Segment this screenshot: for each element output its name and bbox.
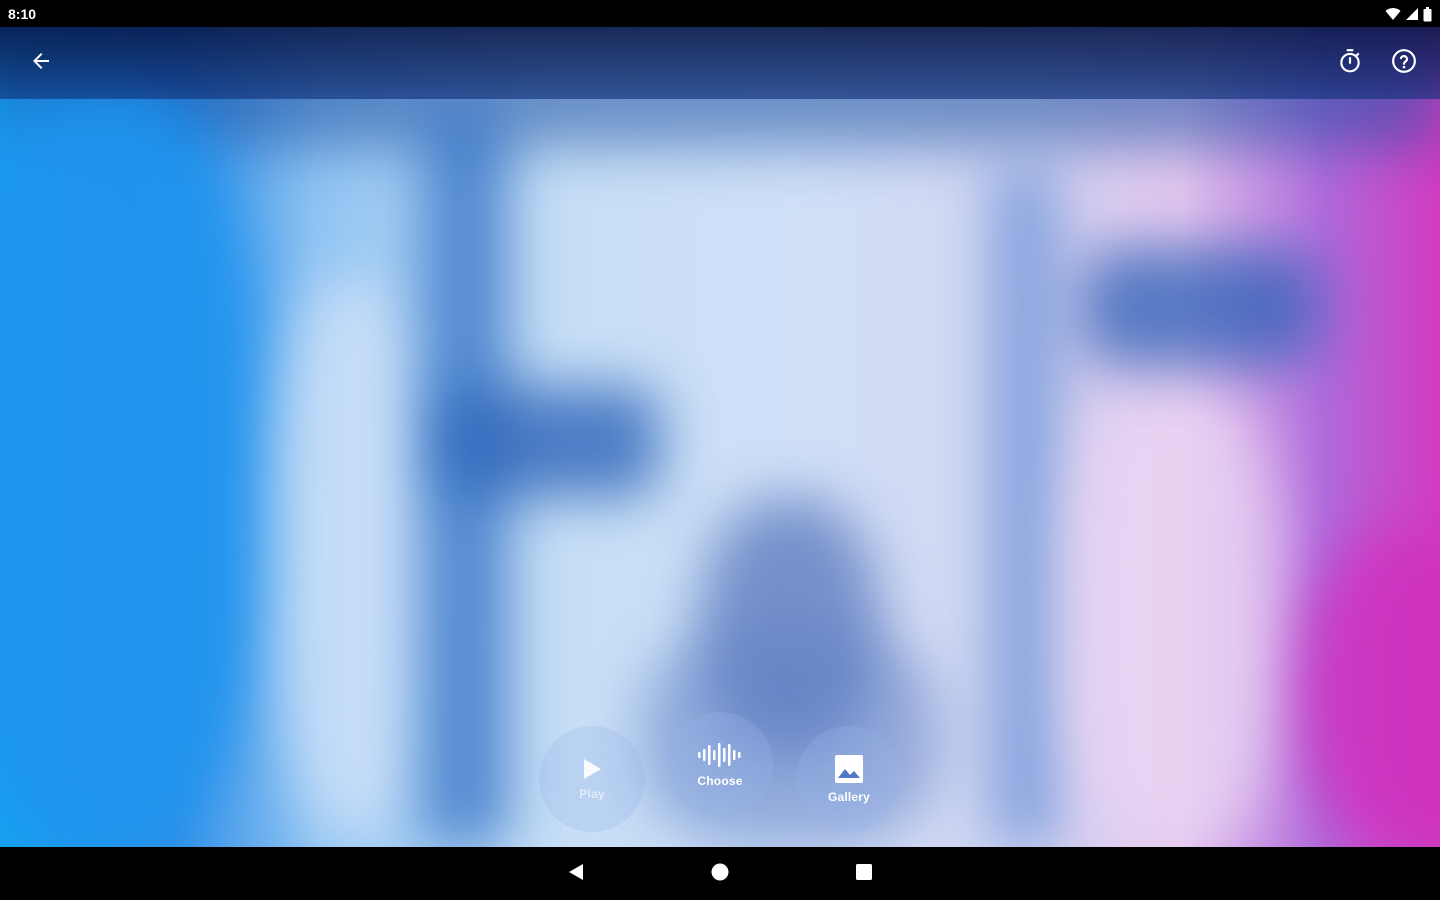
arrow-back-icon: [29, 49, 53, 78]
help-icon: [1391, 48, 1417, 79]
choose-button[interactable]: Choose: [667, 712, 773, 818]
waveform-icon: [697, 742, 743, 768]
nav-recents-button[interactable]: [847, 857, 881, 891]
help-button[interactable]: [1382, 41, 1426, 85]
app-top-bar: [0, 27, 1440, 99]
nav-home-icon: [710, 862, 730, 887]
status-time: 8:10: [8, 6, 37, 22]
camera-screen: 8:10 Play Choose Gallery: [0, 0, 1440, 900]
signal-icon: [1405, 7, 1419, 21]
battery-icon: [1423, 6, 1432, 22]
play-button[interactable]: Play: [539, 726, 645, 832]
nav-back-icon: [566, 862, 586, 887]
status-icons: [1385, 6, 1432, 22]
nav-home-button[interactable]: [703, 857, 737, 891]
play-icon: [581, 757, 603, 781]
image-icon: [834, 754, 864, 784]
nav-back-button[interactable]: [559, 857, 593, 891]
gallery-label: Gallery: [827, 790, 871, 804]
choose-label: Choose: [697, 774, 743, 788]
back-button[interactable]: [19, 41, 63, 85]
wifi-icon: [1385, 7, 1401, 21]
nav-recents-icon: [855, 863, 873, 886]
play-label: Play: [579, 787, 605, 801]
timer-button[interactable]: [1328, 41, 1372, 85]
system-nav-bar: [0, 847, 1440, 900]
status-bar: 8:10: [0, 0, 1440, 27]
timer-icon: [1337, 48, 1363, 79]
gallery-button[interactable]: Gallery: [796, 726, 902, 832]
